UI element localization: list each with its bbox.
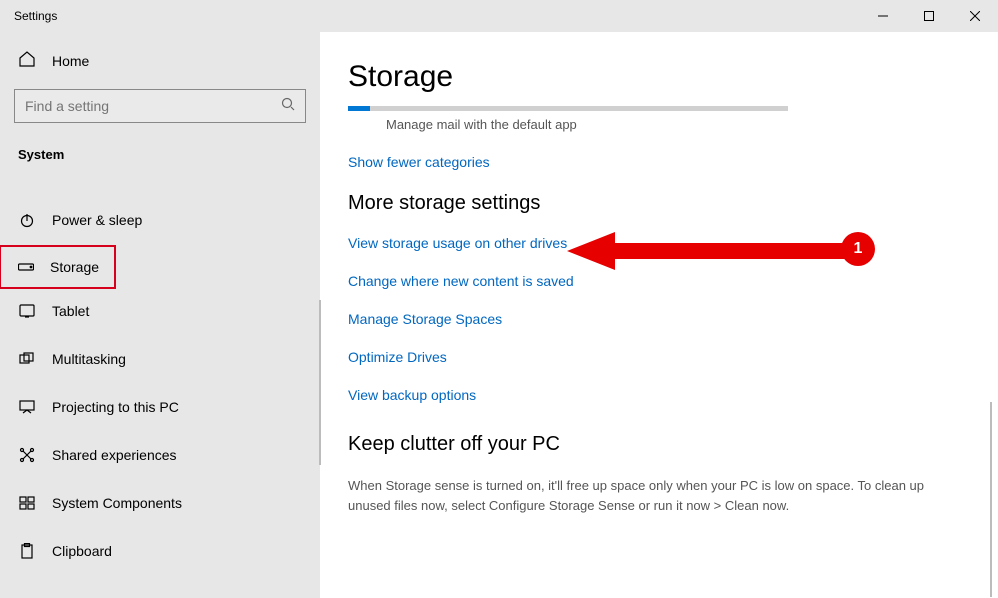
- search-box[interactable]: [14, 89, 306, 123]
- sidebar-item-storage[interactable]: Storage: [0, 246, 115, 288]
- sidebar-item-label: Clipboard: [52, 543, 112, 559]
- shared-icon: [18, 447, 36, 463]
- power-icon: [18, 212, 36, 228]
- sidebar-item-clipboard[interactable]: Clipboard: [0, 529, 320, 573]
- home-label: Home: [52, 53, 89, 69]
- sidebar-item-tablet[interactable]: Tablet: [0, 289, 320, 333]
- home-icon: [18, 50, 36, 71]
- tablet-icon: [18, 304, 36, 318]
- title-bar: Settings: [0, 0, 998, 32]
- mail-usage-fill: [348, 106, 370, 111]
- sidebar-item-label: Multitasking: [52, 351, 126, 367]
- clutter-heading: Keep clutter off your PC: [348, 433, 970, 456]
- components-icon: [18, 496, 36, 510]
- sidebar-item-label: Projecting to this PC: [52, 399, 179, 415]
- sidebar: Home System Power & sleep St: [0, 32, 320, 598]
- sidebar-item-system-components[interactable]: System Components: [0, 481, 320, 525]
- window-title: Settings: [14, 9, 57, 23]
- link-view-storage-usage[interactable]: View storage usage on other drives: [348, 235, 970, 251]
- sidebar-item-label: Shared experiences: [52, 447, 177, 463]
- content-pane: Storage Manage mail with the default app…: [320, 32, 998, 598]
- show-fewer-link[interactable]: Show fewer categories: [348, 154, 970, 170]
- mail-usage-caption: Manage mail with the default app: [386, 117, 970, 132]
- close-button[interactable]: [952, 0, 998, 32]
- progress-row: [348, 106, 970, 111]
- sidebar-item-label: System Components: [52, 495, 182, 511]
- search-icon: [281, 97, 295, 116]
- minimize-button[interactable]: [860, 0, 906, 32]
- sidebar-item-label: Power & sleep: [52, 212, 142, 228]
- multitasking-icon: [18, 352, 36, 366]
- sidebar-nav-list: Power & sleep Storage Tablet Multitaskin…: [0, 198, 320, 573]
- sidebar-item-multitasking[interactable]: Multitasking: [0, 337, 320, 381]
- sidebar-section-title: System: [0, 141, 320, 176]
- more-storage-heading: More storage settings: [348, 192, 970, 215]
- storage-icon: [18, 262, 34, 272]
- clipboard-icon: [18, 543, 36, 559]
- content-scrollbar[interactable]: [990, 402, 992, 597]
- window-controls: [860, 0, 998, 32]
- home-nav[interactable]: Home: [0, 50, 320, 85]
- sidebar-item-shared-experiences[interactable]: Shared experiences: [0, 433, 320, 477]
- link-optimize-drives[interactable]: Optimize Drives: [348, 349, 970, 365]
- sidebar-item-projecting[interactable]: Projecting to this PC: [0, 385, 320, 429]
- sidebar-item-label: Storage: [50, 259, 99, 275]
- link-view-backup-options[interactable]: View backup options: [348, 387, 970, 403]
- link-manage-storage-spaces[interactable]: Manage Storage Spaces: [348, 311, 970, 327]
- projecting-icon: [18, 400, 36, 414]
- mail-usage-bar: [348, 106, 788, 111]
- clutter-description: When Storage sense is turned on, it'll f…: [348, 476, 970, 515]
- link-change-new-content[interactable]: Change where new content is saved: [348, 273, 970, 289]
- sidebar-item-power-sleep[interactable]: Power & sleep: [0, 198, 320, 242]
- page-title: Storage: [348, 60, 970, 94]
- sidebar-item-label: Tablet: [52, 303, 89, 319]
- maximize-button[interactable]: [906, 0, 952, 32]
- search-input[interactable]: [25, 98, 281, 114]
